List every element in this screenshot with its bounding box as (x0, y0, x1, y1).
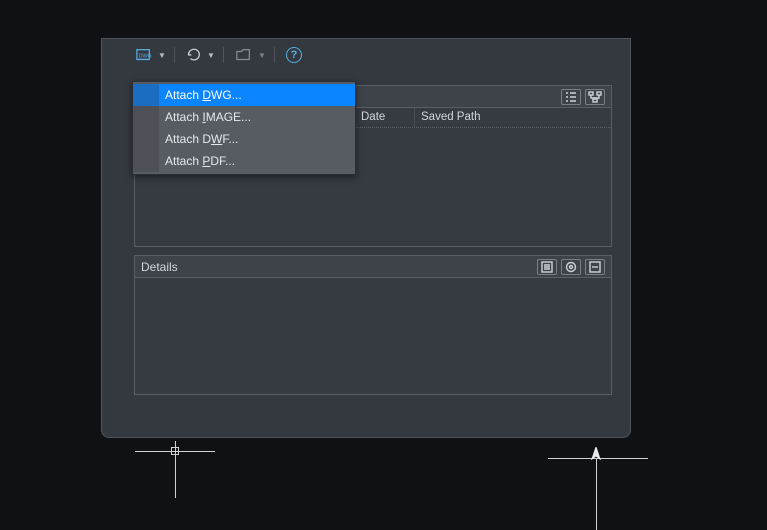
refresh-dropdown[interactable]: ▼ (207, 45, 215, 65)
menu-item-icon (133, 128, 159, 150)
details-title: Details (141, 260, 178, 274)
toolbar-separator (223, 47, 224, 63)
menu-item-label: Attach DWF... (159, 132, 355, 146)
details-pane: Details (134, 255, 612, 395)
menu-item-label: Attach IMAGE... (159, 110, 355, 124)
attach-menu[interactable]: Attach DWG... Attach IMAGE... Attach DWF..… (132, 81, 356, 175)
refresh-button[interactable] (183, 45, 205, 65)
change-path-button[interactable] (232, 45, 256, 65)
svg-text:DWG: DWG (139, 54, 152, 60)
details-collapse-button[interactable] (585, 259, 605, 275)
menu-item-icon (133, 106, 159, 128)
toolbar: DWG ▼ ▼ ▼ ? (132, 39, 305, 67)
details-header: Details (135, 256, 611, 278)
toolbar-separator (174, 47, 175, 63)
menu-item-icon (133, 150, 159, 172)
column-header-date[interactable]: Date (355, 108, 415, 127)
toolbar-separator (274, 47, 275, 63)
menu-item-attach-3[interactable]: Attach PDF... (133, 150, 355, 172)
menu-item-attach-1[interactable]: Attach IMAGE... (133, 106, 355, 128)
crosshair-cursor (135, 441, 215, 521)
details-preview-button[interactable] (561, 259, 581, 275)
menu-item-label: Attach PDF... (159, 154, 355, 168)
direction-cursor (548, 440, 648, 530)
help-button[interactable]: ? (283, 45, 305, 65)
help-icon: ? (286, 47, 302, 63)
tree-view-button[interactable] (585, 89, 605, 105)
list-view-button[interactable] (561, 89, 581, 105)
attach-dropdown[interactable]: ▼ (158, 45, 166, 65)
menu-item-icon (133, 84, 159, 106)
details-list-button[interactable] (537, 259, 557, 275)
column-header-saved-path[interactable]: Saved Path (415, 108, 611, 127)
attach-dwg-button[interactable]: DWG (132, 45, 156, 65)
change-path-dropdown[interactable]: ▼ (258, 45, 266, 65)
menu-item-attach-0[interactable]: Attach DWG... (133, 84, 355, 106)
external-reference-panel: DWG ▼ ▼ ▼ ? DateSaved Path (101, 38, 631, 438)
menu-item-label: Attach DWG... (159, 88, 355, 102)
menu-item-attach-2[interactable]: Attach DWF... (133, 128, 355, 150)
